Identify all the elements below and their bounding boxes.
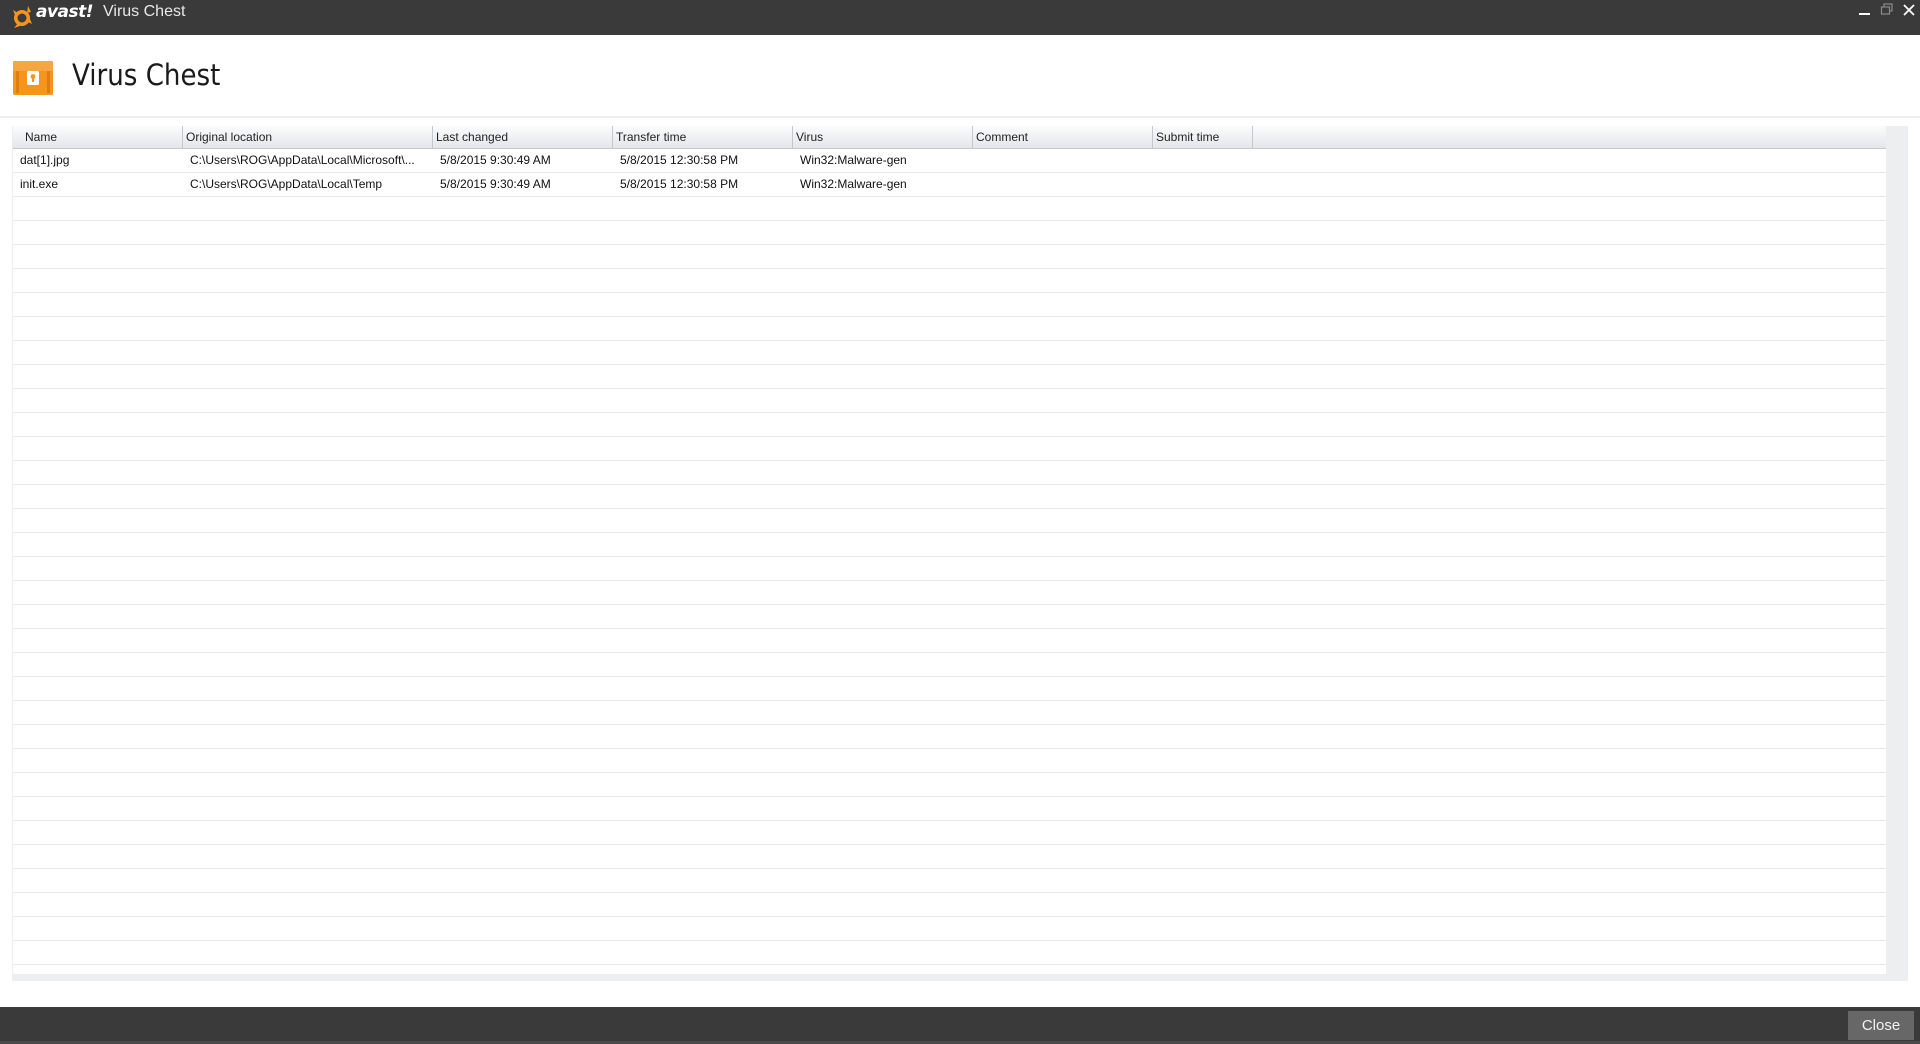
- minimize-button[interactable]: [1854, 0, 1876, 20]
- empty-table-row: [13, 869, 1887, 893]
- table-body: dat[1].jpg C:\Users\ROG\AppData\Local\Mi…: [13, 149, 1887, 974]
- window-controls: [1854, 0, 1920, 20]
- column-header-name[interactable]: Name: [13, 126, 183, 148]
- empty-table-row: [13, 677, 1887, 701]
- page-title: Virus Chest: [72, 58, 221, 92]
- column-header-original-location[interactable]: Original location: [183, 126, 433, 148]
- empty-table-row: [13, 245, 1887, 269]
- cell-transfer-time: 5/8/2015 12:30:58 PM: [620, 177, 739, 191]
- empty-rows: [13, 197, 1887, 974]
- empty-table-row: [13, 221, 1887, 245]
- empty-table-row: [13, 197, 1887, 221]
- cell-comment: [980, 173, 1150, 196]
- cell-original-location: C:\Users\ROG\AppData\Local\Temp: [190, 177, 383, 191]
- cell-last-changed: 5/8/2015 9:30:49 AM: [440, 177, 551, 191]
- footer-bar: Close: [0, 1007, 1920, 1044]
- empty-table-row: [13, 893, 1887, 917]
- brand-name: avast!: [36, 2, 94, 22]
- cell-name: dat[1].jpg: [20, 153, 70, 167]
- empty-table-row: [13, 437, 1887, 461]
- empty-table-row: [13, 581, 1887, 605]
- restore-icon: [1880, 3, 1893, 15]
- empty-table-row: [13, 773, 1887, 797]
- empty-table-row: [13, 941, 1887, 965]
- empty-table-row: [13, 317, 1887, 341]
- column-header-transfer-time[interactable]: Transfer time: [613, 126, 793, 148]
- cell-name: init.exe: [20, 177, 59, 191]
- column-header-virus[interactable]: Virus: [793, 126, 973, 148]
- window-title: Virus Chest: [103, 3, 186, 20]
- cell-submit-time: [1160, 149, 1255, 172]
- quarantine-table: Name Original location Last changed Tran…: [13, 126, 1887, 974]
- cell-submit-time: [1160, 173, 1255, 196]
- empty-table-row: [13, 725, 1887, 749]
- empty-table-row: [13, 341, 1887, 365]
- cell-transfer-time: 5/8/2015 12:30:58 PM: [620, 153, 739, 167]
- empty-table-row: [13, 965, 1887, 974]
- empty-table-row: [13, 269, 1887, 293]
- virus-chest-icon: [12, 57, 54, 102]
- empty-table-row: [13, 509, 1887, 533]
- table-header: Name Original location Last changed Tran…: [13, 126, 1887, 149]
- empty-table-row: [13, 797, 1887, 821]
- cell-original-location: C:\Users\ROG\AppData\Local\Microsoft\...: [190, 153, 415, 167]
- quarantine-table-frame: Name Original location Last changed Tran…: [12, 126, 1908, 981]
- empty-table-row: [13, 605, 1887, 629]
- empty-table-row: [13, 365, 1887, 389]
- empty-table-row: [13, 653, 1887, 677]
- vertical-scrollbar[interactable]: [1886, 126, 1908, 981]
- title-bar: avast! Virus Chest: [0, 0, 1920, 35]
- empty-table-row: [13, 557, 1887, 581]
- empty-table-row: [13, 293, 1887, 317]
- empty-table-row: [13, 917, 1887, 941]
- table-row[interactable]: init.exe C:\Users\ROG\AppData\Local\Temp…: [13, 173, 1887, 197]
- main-content: Name Original location Last changed Tran…: [0, 118, 1920, 1007]
- page-header: Virus Chest: [0, 35, 1920, 118]
- close-button[interactable]: Close: [1848, 1011, 1914, 1040]
- empty-table-row: [13, 389, 1887, 413]
- empty-table-row: [13, 485, 1887, 509]
- empty-table-row: [13, 629, 1887, 653]
- close-icon: [1903, 4, 1915, 16]
- empty-table-row: [13, 845, 1887, 869]
- cell-virus: Win32:Malware-gen: [800, 177, 907, 191]
- empty-table-row: [13, 461, 1887, 485]
- empty-table-row: [13, 821, 1887, 845]
- minimize-icon: [1859, 13, 1870, 15]
- column-header-comment[interactable]: Comment: [973, 126, 1153, 148]
- empty-table-row: [13, 413, 1887, 437]
- empty-table-row: [13, 749, 1887, 773]
- column-header-last-changed[interactable]: Last changed: [433, 126, 613, 148]
- virus-chest-window: avast! Virus Chest Virus Chest Name Orig…: [0, 0, 1920, 1044]
- empty-table-row: [13, 701, 1887, 725]
- empty-table-row: [13, 533, 1887, 557]
- close-window-button[interactable]: [1898, 0, 1920, 20]
- column-header-submit-time[interactable]: Submit time: [1153, 126, 1253, 148]
- table-row[interactable]: dat[1].jpg C:\Users\ROG\AppData\Local\Mi…: [13, 149, 1887, 173]
- cell-last-changed: 5/8/2015 9:30:49 AM: [440, 153, 551, 167]
- restore-button[interactable]: [1876, 0, 1898, 20]
- cell-virus: Win32:Malware-gen: [800, 153, 907, 167]
- cell-comment: [980, 149, 1150, 172]
